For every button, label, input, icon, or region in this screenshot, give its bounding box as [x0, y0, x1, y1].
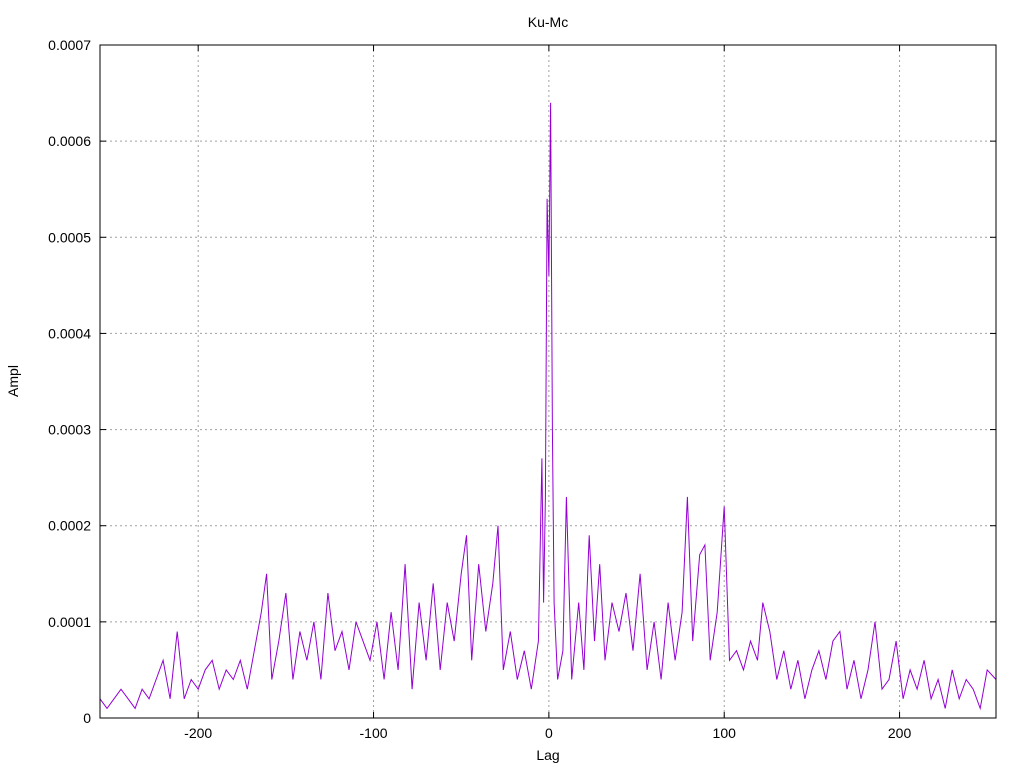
y-tick-label: 0.0001: [48, 614, 91, 630]
y-tick-label: 0.0004: [48, 325, 91, 341]
y-tick-label: 0.0003: [48, 422, 91, 438]
x-axis-label: Lag: [536, 747, 559, 763]
x-tick-label: -100: [360, 725, 388, 741]
x-tick-label: 100: [713, 725, 737, 741]
y-tick-label: 0: [83, 710, 91, 726]
y-tick-label: 0.0006: [48, 133, 91, 149]
x-tick-label: -200: [184, 725, 212, 741]
y-axis-label: Ampl: [5, 365, 21, 397]
y-tick-label: 0.0002: [48, 518, 91, 534]
chart-title: Ku-Mc: [528, 14, 568, 30]
x-tick-label: 200: [888, 725, 912, 741]
x-tick-label: 0: [545, 725, 553, 741]
y-tick-label: 0.0007: [48, 37, 91, 53]
chart: -200 -100 0 100 200 0 0.0001 0.0002 0.0003 0.0004…: [0, 0, 1024, 768]
y-tick-label: 0.0005: [48, 229, 91, 245]
